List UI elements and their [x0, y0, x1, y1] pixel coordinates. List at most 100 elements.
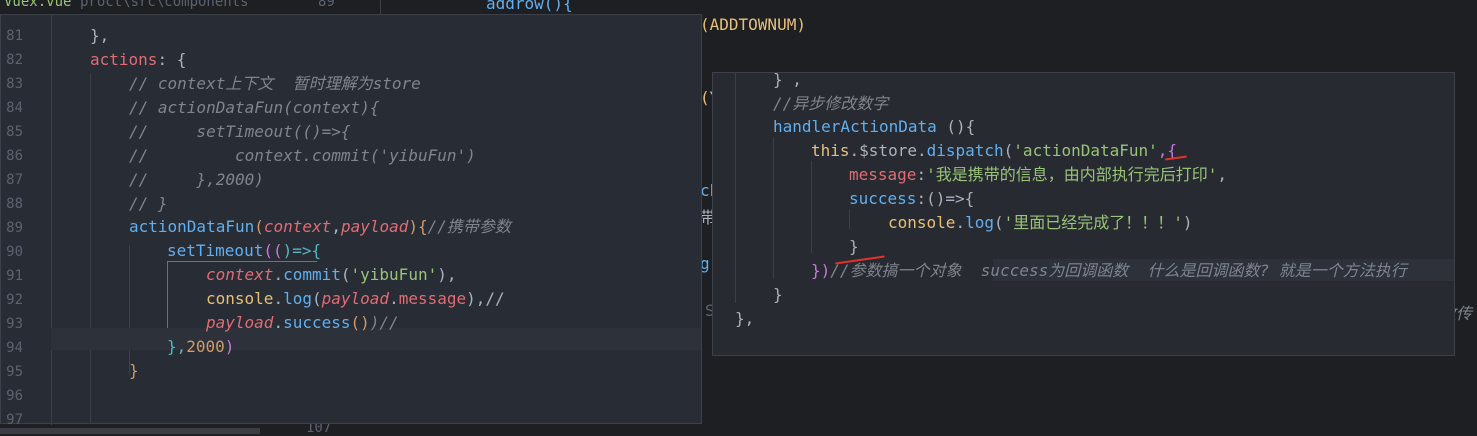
- method-name: log: [283, 289, 312, 308]
- code-text: },: [90, 26, 110, 45]
- bracket: ((: [263, 241, 283, 260]
- bg-divider: [380, 0, 381, 14]
- bracket: },: [167, 337, 187, 356]
- actions-key: actions: [90, 50, 158, 69]
- comment-text: // context上下文 暂时理解为store: [129, 74, 421, 93]
- line-number: 91: [6, 268, 23, 284]
- code-line-83: // context上下文 暂时理解为store: [129, 73, 421, 95]
- dispatch-line-8: }: [849, 236, 859, 258]
- comment-text: //异步修改数字: [773, 94, 889, 113]
- dispatch-line-4: this.$store.dispatch('actionDataFun',{: [811, 141, 1178, 160]
- string-literal: 'yibuFun': [350, 265, 438, 284]
- addrow-method: addrow(){: [486, 0, 573, 13]
- code-text: :()=>{: [916, 189, 975, 208]
- console-object: console: [206, 289, 274, 308]
- method-handler-action-data: handlerActionData: [773, 117, 937, 136]
- string-literal: '我是携带的信息，由内部执行完后打印': [926, 165, 1218, 184]
- dispatch-line-10: }: [773, 284, 783, 306]
- code-line-90: setTimeout(()=>{: [167, 240, 321, 262]
- code-text: ,: [331, 217, 341, 236]
- line-number: 86: [6, 148, 23, 164]
- code-text: (){: [936, 117, 976, 136]
- bracket: ): [224, 337, 235, 356]
- line-number: 89: [6, 220, 23, 236]
- dispatch-line-9: })//参数搞一个对象 success为回调函数 什么是回调函数? 就是一个方法…: [811, 260, 1407, 282]
- code-text: .$store.: [849, 141, 927, 160]
- indent-guide: [773, 137, 774, 279]
- property-name: message: [398, 289, 467, 308]
- dispatch-line-11: },: [735, 308, 754, 330]
- dispatch-line-6: success:()=>{: [849, 188, 974, 210]
- code-text: ),: [437, 265, 457, 284]
- vuex-actions-code-panel: 81 82 83 84 85 86 87 88 89 90 91 92 93 9…: [0, 14, 702, 428]
- code-text: .: [273, 265, 284, 284]
- line-number: 92: [6, 292, 23, 308]
- bracket: }): [811, 261, 831, 280]
- param-payload: payload: [340, 217, 409, 236]
- code-line-93: payload.success())//: [206, 313, 399, 332]
- line-number: 96: [6, 388, 23, 404]
- arrow-function: )=>{: [282, 241, 322, 260]
- param-context: context: [263, 217, 332, 236]
- bracket: }: [129, 361, 139, 380]
- comment-text: )//: [369, 313, 399, 332]
- comment-text: // }: [129, 194, 168, 213]
- indent-guide: [735, 73, 736, 303]
- line-number: 82: [6, 52, 23, 68]
- addtownum-fragment: (ADDTOWNUM): [700, 15, 806, 34]
- dispatch-line-1: } ,: [773, 73, 802, 91]
- code-line-84: // actionDataFun(context){: [129, 97, 379, 119]
- string-literal: 'actionDataFun': [1013, 141, 1158, 160]
- number-literal: 2000: [186, 337, 225, 356]
- method-name: dispatch: [926, 141, 1004, 160]
- property-name: success: [849, 189, 917, 208]
- bracket: }: [773, 285, 783, 304]
- line-number: 84: [6, 100, 23, 116]
- comment-text: // actionDataFun(context){: [129, 98, 380, 117]
- code-line-81: },: [90, 25, 109, 47]
- line-number: 90: [6, 244, 23, 260]
- line-number: 88: [6, 196, 23, 212]
- code-line-89: actionDataFun(context,payload){//携带参数: [129, 216, 511, 238]
- code-line-92: console.log(payload.message),//: [206, 289, 505, 308]
- code-text: ): [1182, 213, 1193, 232]
- line-number: 81: [6, 28, 23, 44]
- dispatch-line-2: //异步修改数字: [773, 93, 888, 115]
- code-line-82: actions: {: [90, 49, 186, 71]
- indent-guide: [51, 15, 52, 425]
- method-name: commit: [283, 265, 341, 284]
- param-payload: payload: [206, 313, 274, 332]
- bracket: (: [254, 217, 264, 236]
- code-line-88: // }: [129, 193, 168, 215]
- code-line-85: // setTimeout(()=>{: [129, 121, 351, 143]
- code-line-94: },2000): [167, 336, 234, 358]
- code-text: context: [206, 265, 274, 284]
- scrollbar-track[interactable]: [0, 428, 260, 434]
- comment-text: // context.commit('yibuFun'): [129, 146, 476, 165]
- param-payload: payload: [321, 289, 390, 308]
- code-line-91: context.commit('yibuFun'),: [206, 265, 457, 284]
- dispatch-line-5: message:'我是携带的信息，由内部执行完后打印',: [849, 165, 1227, 184]
- console-object: console: [888, 213, 956, 232]
- line-number: 95: [6, 364, 23, 380]
- this-keyword: this: [811, 141, 850, 160]
- code-line-86: // context.commit('yibuFun'): [129, 145, 476, 167]
- method-name: success: [283, 313, 351, 332]
- line-number: 93: [6, 316, 23, 332]
- line-number: 85: [6, 124, 23, 140]
- function-name: setTimeout: [167, 241, 264, 260]
- indent-guide: [849, 209, 850, 229]
- bracket: ){: [408, 217, 428, 236]
- code-text: ,: [1217, 165, 1227, 184]
- dispatch-line-3: handlerActionData (){: [773, 116, 975, 138]
- editor-tab-label[interactable]: Vuex.vue: [4, 0, 71, 10]
- code-text: ),//: [466, 289, 505, 308]
- comment-text: //携带参数: [427, 217, 511, 236]
- comment-text: // },2000): [129, 170, 264, 189]
- string-literal: '里面已经完成了！！！': [1003, 213, 1183, 232]
- dispatch-line-7: console.log('里面已经完成了！！！'): [888, 213, 1193, 232]
- code-line-87: // },2000): [129, 169, 264, 191]
- code-line-95: }: [129, 360, 139, 382]
- editor-tab-path: proct\src\components: [80, 0, 249, 10]
- code-text: : {: [157, 50, 187, 69]
